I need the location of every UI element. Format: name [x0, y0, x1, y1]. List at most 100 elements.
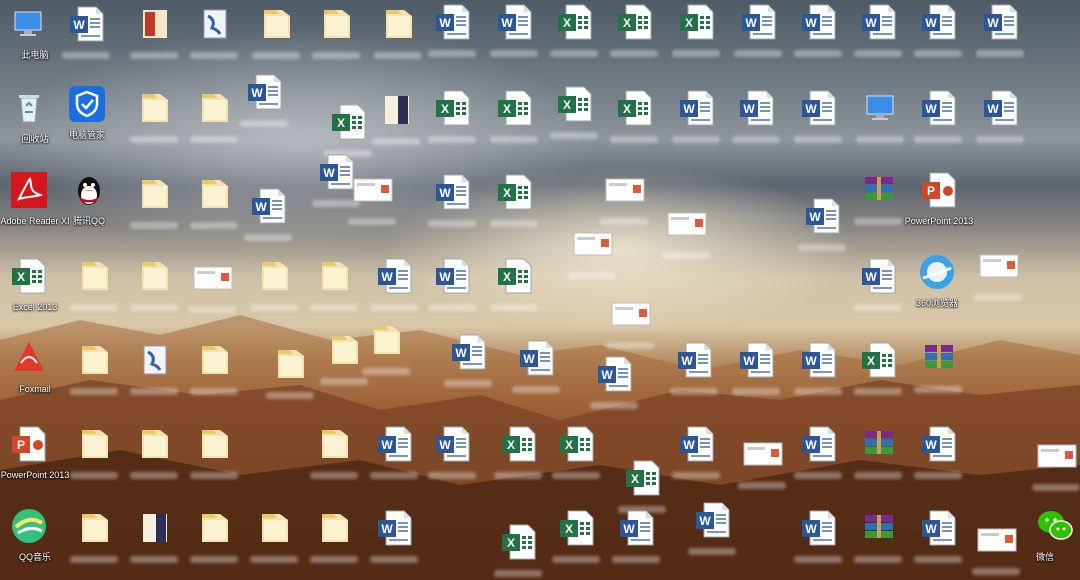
desktop-shortcut[interactable]: X — [558, 510, 596, 550]
desktop-shortcut[interactable]: X — [434, 90, 472, 130]
desktop-shortcut[interactable] — [136, 258, 174, 298]
desktop-shortcut[interactable]: W — [434, 426, 472, 466]
desktop-shortcut[interactable] — [196, 426, 234, 466]
desktop-shortcut[interactable]: X — [330, 104, 368, 144]
desktop-shortcut[interactable] — [76, 426, 114, 466]
desktop-shortcut[interactable]: W — [450, 334, 488, 374]
desktop-shortcut[interactable] — [667, 206, 707, 246]
desktop-shortcut[interactable]: W — [800, 426, 838, 466]
desktop-shortcut[interactable]: W — [68, 6, 106, 46]
desktop-shortcut[interactable]: X — [496, 90, 534, 130]
desktop-shortcut[interactable]: X — [556, 86, 594, 126]
desktop-shortcut[interactable]: W — [804, 198, 842, 238]
desktop-shortcut[interactable]: X — [624, 460, 662, 500]
desktop-shortcut[interactable]: X — [496, 174, 534, 214]
desktop-shortcut[interactable]: W — [982, 4, 1020, 44]
desktop-shortcut[interactable]: X — [500, 524, 538, 564]
desktop-shortcut[interactable]: W — [596, 356, 634, 396]
desktop-shortcut[interactable] — [316, 510, 354, 550]
desktop-shortcut[interactable] — [10, 171, 48, 212]
desktop-shortcut[interactable]: X — [496, 258, 534, 298]
desktop-shortcut[interactable]: W — [376, 258, 414, 298]
desktop-shortcut[interactable] — [979, 248, 1019, 288]
desktop-shortcut[interactable] — [1036, 508, 1074, 548]
desktop-shortcut[interactable] — [378, 92, 416, 132]
desktop-shortcut[interactable] — [76, 510, 114, 550]
desktop-shortcut[interactable] — [743, 436, 783, 476]
desktop-shortcut[interactable]: W — [800, 4, 838, 44]
desktop-shortcut[interactable] — [136, 6, 174, 46]
desktop-shortcut[interactable] — [862, 90, 900, 130]
desktop-shortcut[interactable] — [860, 426, 898, 466]
desktop-shortcut[interactable]: W — [800, 510, 838, 550]
desktop-shortcut[interactable]: W — [740, 4, 778, 44]
desktop-shortcut[interactable] — [611, 296, 651, 336]
desktop-shortcut[interactable] — [70, 172, 108, 212]
desktop-shortcut[interactable] — [196, 510, 234, 550]
desktop-shortcut[interactable] — [76, 258, 114, 298]
desktop-shortcut[interactable] — [136, 176, 174, 216]
desktop-shortcut[interactable] — [196, 90, 234, 130]
desktop-shortcut[interactable] — [1037, 438, 1077, 478]
desktop-shortcut[interactable]: W — [250, 188, 288, 228]
desktop-shortcut[interactable]: W — [676, 342, 714, 382]
desktop-shortcut[interactable]: W — [738, 342, 776, 382]
desktop-shortcut[interactable] — [368, 322, 406, 362]
desktop-shortcut[interactable]: W — [376, 510, 414, 550]
desktop-shortcut[interactable] — [353, 172, 393, 212]
desktop-shortcut[interactable] — [10, 340, 48, 380]
desktop-shortcut[interactable] — [10, 508, 48, 548]
desktop-shortcut[interactable] — [918, 254, 956, 294]
desktop-shortcut[interactable]: X — [616, 90, 654, 130]
desktop-shortcut[interactable]: W — [678, 426, 716, 466]
desktop-shortcut[interactable]: W — [246, 74, 284, 114]
desktop-shortcut[interactable]: W — [800, 90, 838, 130]
desktop-shortcut[interactable]: W — [860, 4, 898, 44]
desktop-shortcut[interactable]: P — [10, 426, 48, 466]
desktop-shortcut[interactable]: W — [434, 4, 472, 44]
desktop-shortcut[interactable] — [605, 172, 645, 212]
desktop-shortcut[interactable]: W — [618, 510, 656, 550]
desktop-shortcut[interactable]: X — [556, 4, 594, 44]
desktop-shortcut[interactable] — [316, 426, 354, 466]
desktop-shortcut[interactable] — [256, 510, 294, 550]
desktop-shortcut[interactable] — [326, 332, 364, 372]
desktop-shortcut[interactable]: W — [678, 90, 716, 130]
desktop-shortcut[interactable]: X — [10, 258, 48, 298]
desktop-shortcut[interactable] — [573, 226, 613, 266]
desktop-shortcut[interactable]: W — [496, 4, 534, 44]
desktop-shortcut[interactable]: X — [860, 342, 898, 382]
desktop-shortcut[interactable]: X — [616, 4, 654, 44]
desktop-shortcut[interactable]: W — [694, 502, 732, 542]
desktop-shortcut[interactable] — [196, 342, 234, 382]
desktop-shortcut[interactable] — [860, 510, 898, 550]
desktop-shortcut[interactable]: W — [376, 426, 414, 466]
desktop-shortcut[interactable] — [258, 6, 296, 46]
desktop-shortcut[interactable] — [196, 176, 234, 216]
desktop-shortcut[interactable] — [136, 426, 174, 466]
desktop-shortcut[interactable] — [272, 346, 310, 386]
desktop-shortcut[interactable]: W — [318, 154, 356, 194]
desktop-shortcut[interactable] — [136, 510, 174, 550]
desktop-shortcut[interactable] — [256, 258, 294, 298]
desktop-shortcut[interactable]: W — [738, 90, 776, 130]
desktop-shortcut[interactable] — [136, 90, 174, 130]
desktop-shortcut[interactable] — [10, 6, 48, 46]
desktop-shortcut[interactable]: P — [920, 172, 958, 212]
desktop-shortcut[interactable]: X — [500, 426, 538, 466]
desktop-shortcut[interactable]: W — [434, 258, 472, 298]
desktop-shortcut[interactable]: X — [678, 4, 716, 44]
desktop-shortcut[interactable] — [920, 340, 958, 380]
desktop-shortcut[interactable]: X — [558, 426, 596, 466]
desktop-shortcut[interactable] — [10, 90, 48, 130]
desktop-shortcut[interactable] — [193, 260, 233, 300]
desktop-shortcut[interactable]: W — [920, 4, 958, 44]
desktop-shortcut[interactable] — [76, 342, 114, 382]
desktop-shortcut[interactable]: W — [860, 258, 898, 298]
desktop-shortcut[interactable] — [196, 6, 234, 46]
desktop-shortcut[interactable]: W — [518, 340, 556, 380]
desktop-shortcut[interactable]: W — [982, 90, 1020, 130]
desktop-shortcut[interactable]: W — [920, 90, 958, 130]
desktop-shortcut[interactable]: W — [434, 174, 472, 214]
desktop-shortcut[interactable] — [318, 6, 356, 46]
